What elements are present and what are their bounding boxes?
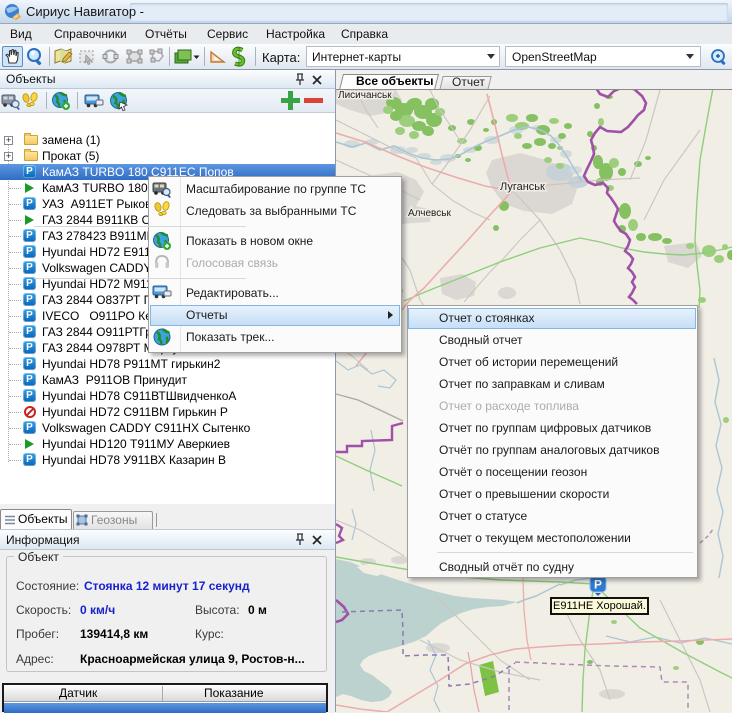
svg-text:Алчевськ: Алчевськ (408, 208, 451, 219)
svg-text:P: P (594, 578, 602, 592)
svg-text:Луганськ: Луганськ (500, 181, 545, 193)
svg-text:Лисичанськ: Лисичанськ (338, 90, 392, 101)
